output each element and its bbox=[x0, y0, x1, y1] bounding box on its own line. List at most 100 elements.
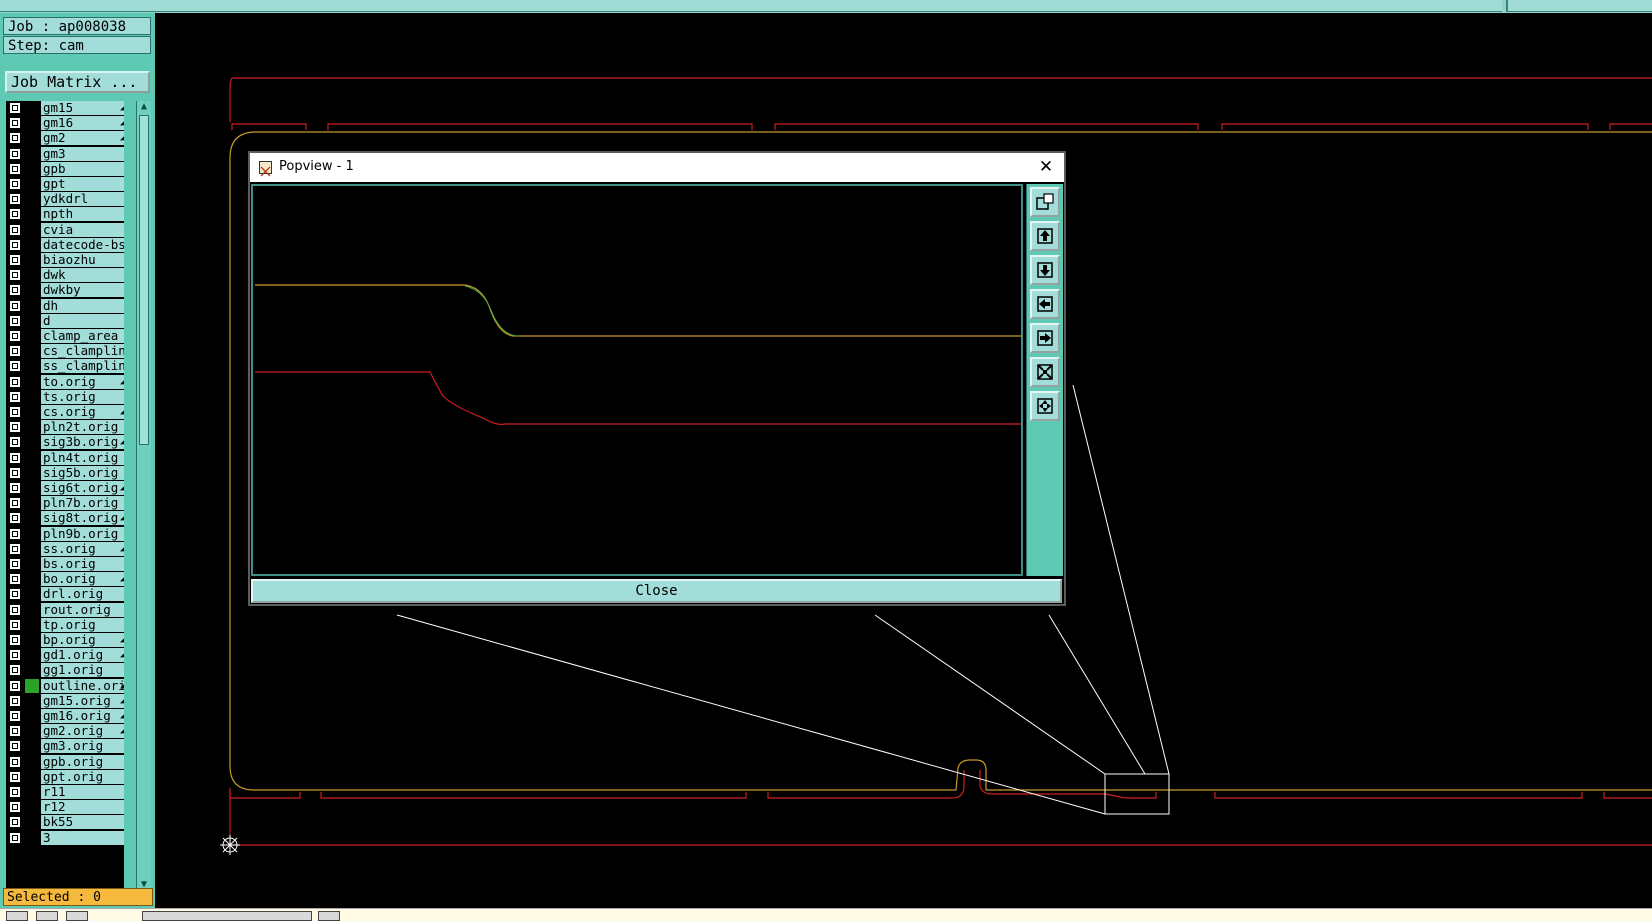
layer-work-marker[interactable] bbox=[25, 329, 39, 343]
layer-name[interactable]: ss.orig bbox=[41, 541, 124, 556]
layer-work-marker[interactable] bbox=[25, 223, 39, 237]
layer-row[interactable]: datecode-bs bbox=[6, 237, 124, 252]
layer-work-marker[interactable] bbox=[25, 755, 39, 769]
layer-checkbox[interactable] bbox=[9, 725, 21, 738]
layer-checkbox[interactable] bbox=[9, 406, 21, 418]
layer-work-marker[interactable] bbox=[25, 344, 39, 358]
layer-checkbox[interactable] bbox=[9, 816, 21, 829]
layer-work-marker[interactable] bbox=[25, 359, 39, 373]
layer-row[interactable]: gm15.orig ◢ bbox=[6, 693, 124, 708]
layer-work-marker[interactable] bbox=[25, 116, 39, 130]
layer-row[interactable]: gpt.orig bbox=[6, 769, 124, 784]
layer-work-marker[interactable] bbox=[25, 268, 39, 282]
layer-work-marker[interactable] bbox=[25, 314, 39, 328]
layer-name[interactable]: cs_clampline bbox=[41, 344, 124, 359]
layer-row[interactable]: d bbox=[6, 313, 124, 328]
layer-checkbox[interactable] bbox=[9, 786, 21, 798]
layer-name[interactable]: bk55 bbox=[41, 815, 124, 830]
pan-left-icon[interactable] bbox=[1030, 289, 1060, 319]
close-button[interactable]: Close bbox=[251, 579, 1062, 603]
layer-row[interactable]: gm15 ◢ bbox=[6, 101, 124, 115]
layer-work-marker[interactable] bbox=[25, 131, 39, 145]
layer-name[interactable]: d bbox=[41, 313, 124, 328]
layer-work-marker[interactable] bbox=[25, 739, 39, 753]
layer-work-marker[interactable] bbox=[25, 238, 39, 252]
layer-checkbox[interactable] bbox=[9, 740, 21, 753]
layer-row[interactable]: sig6t.orig ◢ bbox=[6, 481, 124, 495]
layer-name[interactable]: 3 bbox=[41, 830, 124, 845]
layer-checkbox[interactable] bbox=[9, 132, 21, 145]
scroll-up-icon[interactable]: ▲ bbox=[138, 101, 150, 113]
layer-name[interactable]: gm15.orig bbox=[41, 693, 124, 708]
layer-checkbox[interactable] bbox=[9, 573, 21, 586]
layer-checkbox[interactable] bbox=[9, 330, 21, 342]
layer-checkbox[interactable] bbox=[9, 436, 21, 449]
layer-row[interactable]: sig8t.orig ◢ bbox=[6, 511, 124, 526]
layer-name[interactable]: rout.orig bbox=[41, 602, 124, 617]
layer-name[interactable]: bo.orig bbox=[41, 572, 124, 587]
layer-name[interactable]: ss_clampline bbox=[41, 359, 124, 374]
layer-work-marker[interactable] bbox=[25, 420, 39, 434]
layer-row[interactable]: ss.orig ◢ bbox=[6, 541, 124, 556]
layer-work-marker[interactable] bbox=[25, 390, 39, 404]
layer-row[interactable]: sig5b.orig bbox=[6, 465, 124, 480]
layer-name[interactable]: sig3b.orig bbox=[41, 435, 124, 450]
layer-checkbox[interactable] bbox=[9, 618, 21, 631]
layer-checkbox[interactable] bbox=[9, 208, 21, 221]
layer-name[interactable]: sig8t.orig bbox=[41, 511, 124, 526]
layer-checkbox[interactable] bbox=[9, 117, 21, 130]
layer-checkbox[interactable] bbox=[9, 710, 21, 722]
layer-row[interactable]: rout.orig bbox=[6, 602, 124, 617]
layer-work-marker[interactable] bbox=[25, 618, 39, 632]
layer-name[interactable]: dwk bbox=[41, 268, 124, 283]
layer-row[interactable]: gpb.orig bbox=[6, 754, 124, 769]
layer-checkbox[interactable] bbox=[9, 542, 21, 555]
zoom-home-icon[interactable] bbox=[1030, 357, 1060, 387]
layer-name[interactable]: gm16.orig bbox=[41, 709, 124, 723]
layer-row[interactable]: gd1.orig ◢ bbox=[6, 648, 124, 663]
pan-right-icon[interactable] bbox=[1030, 323, 1060, 353]
layer-row[interactable]: npth bbox=[6, 207, 124, 222]
layer-checkbox[interactable] bbox=[9, 527, 21, 540]
layer-name[interactable]: sig5b.orig bbox=[41, 465, 124, 480]
layer-name[interactable]: gm3.orig bbox=[41, 739, 124, 754]
layer-checkbox[interactable] bbox=[9, 178, 21, 190]
layer-name[interactable]: ydkdrl bbox=[41, 192, 124, 207]
layer-row[interactable]: gm2.orig ◢ bbox=[6, 724, 124, 739]
layer-work-marker[interactable] bbox=[25, 724, 39, 738]
layer-row[interactable]: bs.orig bbox=[6, 557, 124, 571]
layer-work-marker[interactable] bbox=[25, 405, 39, 419]
layer-work-marker[interactable] bbox=[25, 481, 39, 495]
zoom-window-icon[interactable] bbox=[1030, 187, 1060, 217]
layer-row[interactable]: pln2t.orig bbox=[6, 420, 124, 435]
layer-work-marker[interactable] bbox=[25, 162, 39, 176]
layer-list-scrollbar[interactable]: ▲ ▼ bbox=[136, 101, 151, 891]
layer-checkbox[interactable] bbox=[9, 482, 21, 494]
layer-work-marker[interactable] bbox=[25, 709, 39, 723]
layer-work-marker[interactable] bbox=[25, 800, 39, 814]
layer-work-marker[interactable] bbox=[25, 147, 39, 161]
layer-checkbox[interactable] bbox=[9, 254, 21, 266]
layer-list[interactable]: gm15 ◢ gm16 ◢ gm2 ◢ gm3 gpb gpt ydkdrl npth cvia dat… bbox=[6, 101, 124, 891]
layer-checkbox[interactable] bbox=[9, 238, 21, 251]
layer-name[interactable]: sig6t.orig bbox=[41, 481, 124, 495]
layer-work-marker[interactable] bbox=[25, 177, 39, 191]
layer-row[interactable]: r11 bbox=[6, 785, 124, 799]
layer-row[interactable]: 3 bbox=[6, 830, 124, 845]
layer-work-marker[interactable] bbox=[25, 207, 39, 221]
layer-row[interactable]: clamp_area bbox=[6, 329, 124, 343]
layer-row[interactable]: bk55 bbox=[6, 815, 124, 830]
layer-checkbox[interactable] bbox=[9, 102, 21, 114]
layer-checkbox[interactable] bbox=[9, 421, 21, 434]
layer-checkbox[interactable] bbox=[9, 679, 21, 692]
layer-row[interactable]: to.orig ◢ bbox=[6, 374, 124, 389]
layer-name[interactable]: npth bbox=[41, 207, 124, 222]
layer-row[interactable]: pln7b.orig bbox=[6, 496, 124, 511]
layer-work-marker[interactable] bbox=[25, 587, 39, 601]
layer-name[interactable]: gm16 bbox=[41, 116, 124, 131]
layer-checkbox[interactable] bbox=[9, 223, 21, 236]
layer-row[interactable]: gpb bbox=[6, 161, 124, 176]
layer-checkbox[interactable] bbox=[9, 269, 21, 282]
layer-name[interactable]: gm2 bbox=[41, 131, 124, 146]
layer-work-marker[interactable] bbox=[25, 299, 39, 313]
